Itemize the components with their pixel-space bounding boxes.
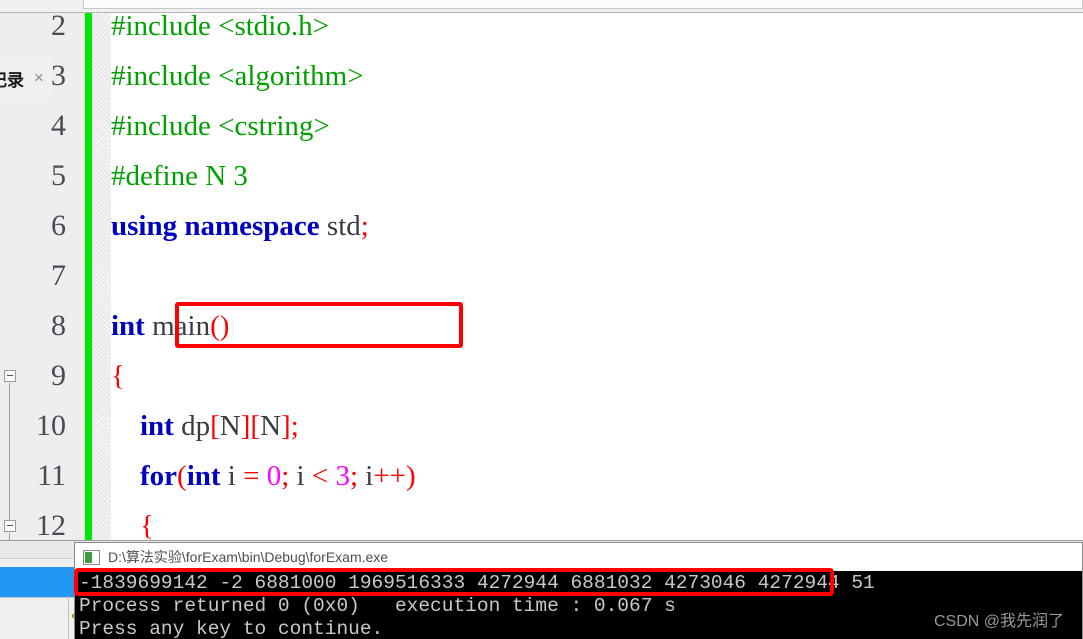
fold-toggle-icon[interactable] <box>4 370 16 382</box>
close-icon[interactable]: × <box>34 68 44 88</box>
code-line-text[interactable]: #include <algorithm> <box>111 51 364 101</box>
fold-toggle-icon[interactable] <box>4 520 16 532</box>
line-number: 4 <box>51 109 66 142</box>
code-token: for <box>140 460 178 492</box>
code-token: #include <stdio.h> <box>111 13 329 42</box>
code-token: ; <box>360 210 369 242</box>
code-row[interactable]: 8 int main() <box>0 301 1083 351</box>
code-token: { <box>140 510 154 540</box>
code-row[interactable]: 9{ <box>0 351 1083 401</box>
code-token: ; <box>290 410 299 442</box>
line-number: 6 <box>51 209 66 242</box>
code-token: i <box>289 460 312 492</box>
csdn-watermark: CSDN @我先润了 <box>933 613 1064 630</box>
code-row[interactable]: 2 #include <stdio.h> <box>0 13 1083 51</box>
code-row[interactable]: 6 using namespace std; <box>0 201 1083 251</box>
code-token: main <box>144 310 211 342</box>
code-row[interactable]: 7 <box>0 251 1083 301</box>
logs-tab-label: 记录 <box>0 70 24 90</box>
code-token: #include <algorithm> <box>111 60 364 92</box>
code-editor[interactable]: 2 #include <stdio.h> 3 #include <algorithm>… <box>0 13 1083 540</box>
console-prompt-line: Press any key to continue. <box>79 618 384 639</box>
code-row[interactable]: 12 { <box>0 501 1083 540</box>
console-window[interactable]: D:\算法实验\forExam\bin\Debug\forExam.exe -1… <box>74 542 1083 639</box>
code-token: int <box>111 310 145 342</box>
code-line-text[interactable]: { <box>111 501 154 540</box>
code-row[interactable]: 5 #define N 3 <box>0 151 1083 201</box>
code-line-text[interactable]: #define N 3 <box>111 151 248 201</box>
console-output: -1839699142 -2 6881000 1969516333 427294… <box>75 571 1082 639</box>
code-row[interactable]: 3 #include <algorithm> <box>0 51 1083 101</box>
logs-tab[interactable]: 记录 × <box>0 58 52 98</box>
code-token: ] <box>281 410 291 442</box>
fold-range-line <box>9 533 10 540</box>
code-line-text[interactable]: int main() <box>111 301 229 351</box>
code-token: int <box>186 460 221 492</box>
code-line-text[interactable]: #include <cstring> <box>111 101 330 151</box>
line-number: 8 <box>51 309 66 342</box>
line-number: 5 <box>51 159 66 192</box>
code-token: [ <box>250 410 261 442</box>
ide-toolbar-strip <box>0 0 1083 13</box>
fold-range-line <box>9 383 10 520</box>
code-line-text[interactable]: using namespace std; <box>111 201 369 251</box>
code-token: using namespace <box>111 210 320 242</box>
code-line-text[interactable]: #include <stdio.h> <box>111 13 329 51</box>
line-number: 2 <box>51 13 66 42</box>
code-token: N <box>260 410 282 442</box>
code-token: < <box>311 460 329 492</box>
code-row[interactable]: 4 #include <cstring> <box>0 101 1083 151</box>
console-output-values: -1839699142 -2 6881000 1969516333 427294… <box>79 572 875 594</box>
code-token: dp <box>173 410 211 442</box>
code-token: std <box>319 210 361 242</box>
code-token: { <box>111 360 125 392</box>
line-number: 7 <box>51 259 66 292</box>
code-token: ++) <box>373 460 416 492</box>
console-title-bar[interactable]: D:\算法实验\forExam\bin\Debug\forExam.exe <box>75 543 1082 571</box>
screenshot-root: 2 #include <stdio.h> 3 #include <algorithm>… <box>0 0 1083 639</box>
ide-toolbar-inset <box>83 0 1083 9</box>
code-token: ; <box>349 460 359 492</box>
code-row[interactable]: 10 int dp[N][N]; <box>0 401 1083 451</box>
console-app-icon <box>83 549 100 565</box>
code-token: i <box>220 460 244 492</box>
console-title-text: D:\算法实验\forExam\bin\Debug\forExam.exe <box>108 549 389 565</box>
code-line-text[interactable]: int dp[N][N]; <box>111 401 299 451</box>
code-token: int <box>140 410 174 442</box>
code-token: ] <box>240 410 251 442</box>
code-token: [ <box>210 410 220 442</box>
code-token: #define N 3 <box>111 160 248 192</box>
code-row[interactable]: 11 for(int i = 0; i < 3; i++) <box>0 451 1083 501</box>
code-token: 0 <box>266 460 282 492</box>
code-line-text[interactable]: for(int i = 0; i < 3; i++) <box>111 451 416 501</box>
code-token: #include <cstring> <box>111 110 330 142</box>
code-token: () <box>210 310 230 342</box>
code-token: = <box>243 460 260 492</box>
code-token: ( <box>177 460 187 492</box>
code-token: N <box>219 410 241 442</box>
code-token: 3 <box>335 460 350 492</box>
tab-separator <box>68 596 69 639</box>
code-token: i <box>358 460 374 492</box>
console-process-line: Process returned 0 (0x0) execution time … <box>79 595 676 617</box>
code-line-text[interactable]: { <box>111 351 125 401</box>
